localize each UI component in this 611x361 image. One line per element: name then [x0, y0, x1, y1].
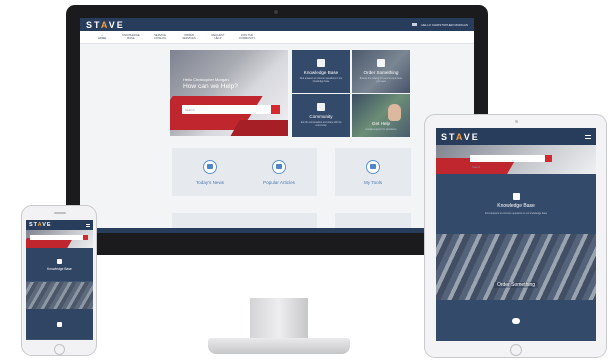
tile-knowledge-base[interactable]: Knowledge Base Find answers to common qu… [292, 50, 350, 93]
tools-icon [366, 159, 380, 174]
tablet-hero: Search [436, 145, 596, 174]
airplane-tail-image [228, 120, 288, 136]
search-button[interactable] [545, 155, 552, 162]
tablet-tile-community[interactable] [436, 300, 596, 341]
site-header: STAVE HELLO CHRISTOPHER MORGAN [80, 18, 474, 31]
search-button[interactable] [83, 235, 88, 240]
logo-text-end: VE [42, 222, 52, 228]
hero-greeting: Hello Christopher Morgan [183, 77, 229, 82]
tile-title: Order Something [493, 282, 539, 288]
imac-base [208, 338, 350, 354]
nav-item-knowledge-base[interactable]: KNOWLEDGE BASE [121, 34, 141, 40]
logo-text-accent: A [100, 19, 109, 30]
cart-icon [377, 59, 385, 67]
logo-text-start: ST [29, 222, 38, 228]
nav-item-home[interactable]: ⌂ HOME [92, 34, 112, 40]
nav-label: ORDER SERVICES [182, 34, 196, 40]
tile-subtitle: Contact support for assistance [365, 129, 397, 131]
phone-tile-order-photo[interactable] [26, 282, 93, 309]
phone-tile-community[interactable] [26, 309, 93, 340]
chat-icon [57, 321, 62, 327]
tile-title: Knowledge Base [497, 203, 535, 209]
nav-label: KNOWLEDGE BASE [122, 34, 140, 40]
logo-text-accent: A [455, 131, 464, 142]
phone-header: STAVE [26, 220, 93, 230]
chat-icon [512, 317, 520, 324]
phone-tile-knowledge-base[interactable]: Knowledge Base [26, 248, 93, 282]
chat-icon [317, 103, 325, 111]
tablet-header: STAVE [436, 128, 596, 145]
tablet-search-input[interactable]: Search [470, 155, 552, 169]
phone-hero [26, 230, 93, 248]
tile-subtitle: Browse the catalog for services and item… [359, 78, 403, 83]
tile-subtitle: Join the conversation and share with the… [300, 122, 342, 127]
tile-get-help[interactable]: Get Help Contact support for assistance [352, 94, 410, 137]
tablet-home-button[interactable] [510, 344, 522, 356]
search-placeholder: Search [185, 107, 195, 112]
user-menu[interactable]: HELLO CHRISTOPHER MORGAN [412, 23, 468, 27]
imac-stand [250, 298, 308, 342]
card-my-tools[interactable]: My Tools [335, 148, 411, 196]
phone-home-button[interactable] [54, 344, 65, 355]
nav-item-community[interactable]: JOIN THE COMMUNITY [237, 34, 257, 40]
imac-camera [274, 10, 278, 14]
book-icon [57, 258, 62, 264]
logo-text-start: ST [86, 19, 101, 30]
phone-screen: STAVE Knowledge Base [26, 220, 93, 340]
card-popular-articles[interactable]: Popular Articles [241, 148, 317, 196]
card-label: Popular Articles [263, 179, 295, 185]
tile-order-something[interactable]: Order Something Browse the catalog for s… [352, 50, 410, 93]
phone-search-input[interactable] [30, 235, 88, 240]
phone-speaker [54, 212, 66, 214]
main-nav: ⌂ HOME KNOWLEDGE BASE SERVICE CATALOG ORD… [80, 31, 474, 44]
phone-device: STAVE Knowledge Base [21, 205, 97, 356]
tile-title: Knowledge Base [47, 266, 72, 271]
tile-community[interactable]: Community Join the conversation and shar… [292, 94, 350, 137]
card-label: My Tools [363, 179, 383, 185]
phone-logo[interactable]: STAVE [29, 222, 52, 228]
nav-label: REQUEST HELP [211, 34, 225, 40]
nav-item-request-help[interactable]: REQUEST HELP [208, 34, 228, 40]
tablet-tile-knowledge-base[interactable]: Knowledge Base Find answers to common qu… [436, 174, 596, 234]
tablet-tile-order-something[interactable]: Order Something [436, 234, 596, 300]
site-logo[interactable]: STAVE [86, 20, 125, 30]
tablet-device: STAVE Search Knowledge Base Find answers… [424, 114, 607, 358]
hero-headline: How can we Help? [183, 83, 238, 90]
nav-label: SERVICE CATALOG [153, 34, 167, 40]
book-icon [317, 59, 325, 67]
hero-search-input[interactable]: Search [182, 105, 280, 114]
hamburger-menu-icon[interactable] [585, 134, 591, 139]
logo-text-start: ST [441, 131, 456, 142]
nav-label: HOME [97, 37, 107, 40]
card-label: Today's News [195, 179, 225, 185]
tile-title: Community [309, 114, 333, 119]
logo-text-end: VE [108, 19, 125, 30]
newspaper-icon [203, 159, 217, 174]
nav-item-service-catalog[interactable]: SERVICE CATALOG [150, 34, 170, 40]
tile-title: Get Help [371, 121, 391, 126]
logo-text-end: VE [463, 131, 480, 142]
tile-subtitle: Find answers to common questions in our … [484, 212, 548, 215]
user-card-icon [412, 23, 418, 26]
nav-item-order-services[interactable]: ORDER SERVICES [179, 34, 199, 40]
support-person-photo [388, 104, 401, 121]
book-icon [512, 193, 520, 200]
user-name-label: HELLO CHRISTOPHER MORGAN [421, 22, 468, 27]
article-icon [272, 159, 286, 174]
tablet-logo[interactable]: STAVE [441, 132, 480, 142]
card-todays-news[interactable]: Today's News [172, 148, 248, 196]
nav-label: JOIN THE COMMUNITY [238, 34, 256, 40]
tile-subtitle: Find answers to common questions in our … [299, 78, 343, 83]
tile-title: Knowledge Base [303, 70, 339, 75]
tile-title: Order Something [363, 70, 399, 75]
responsive-mockup: STAVE HELLO CHRISTOPHER MORGAN ⌂ HOME KNO… [0, 0, 611, 361]
tablet-camera [515, 120, 518, 123]
search-button[interactable] [271, 105, 280, 114]
hamburger-menu-icon[interactable] [86, 223, 90, 227]
tablet-screen: STAVE Search Knowledge Base Find answers… [436, 128, 596, 341]
hero-banner: Hello Christopher Morgan How can we Help… [170, 50, 288, 136]
desktop-screen: STAVE HELLO CHRISTOPHER MORGAN ⌂ HOME KNO… [80, 18, 474, 233]
search-placeholder: Search [472, 166, 481, 169]
